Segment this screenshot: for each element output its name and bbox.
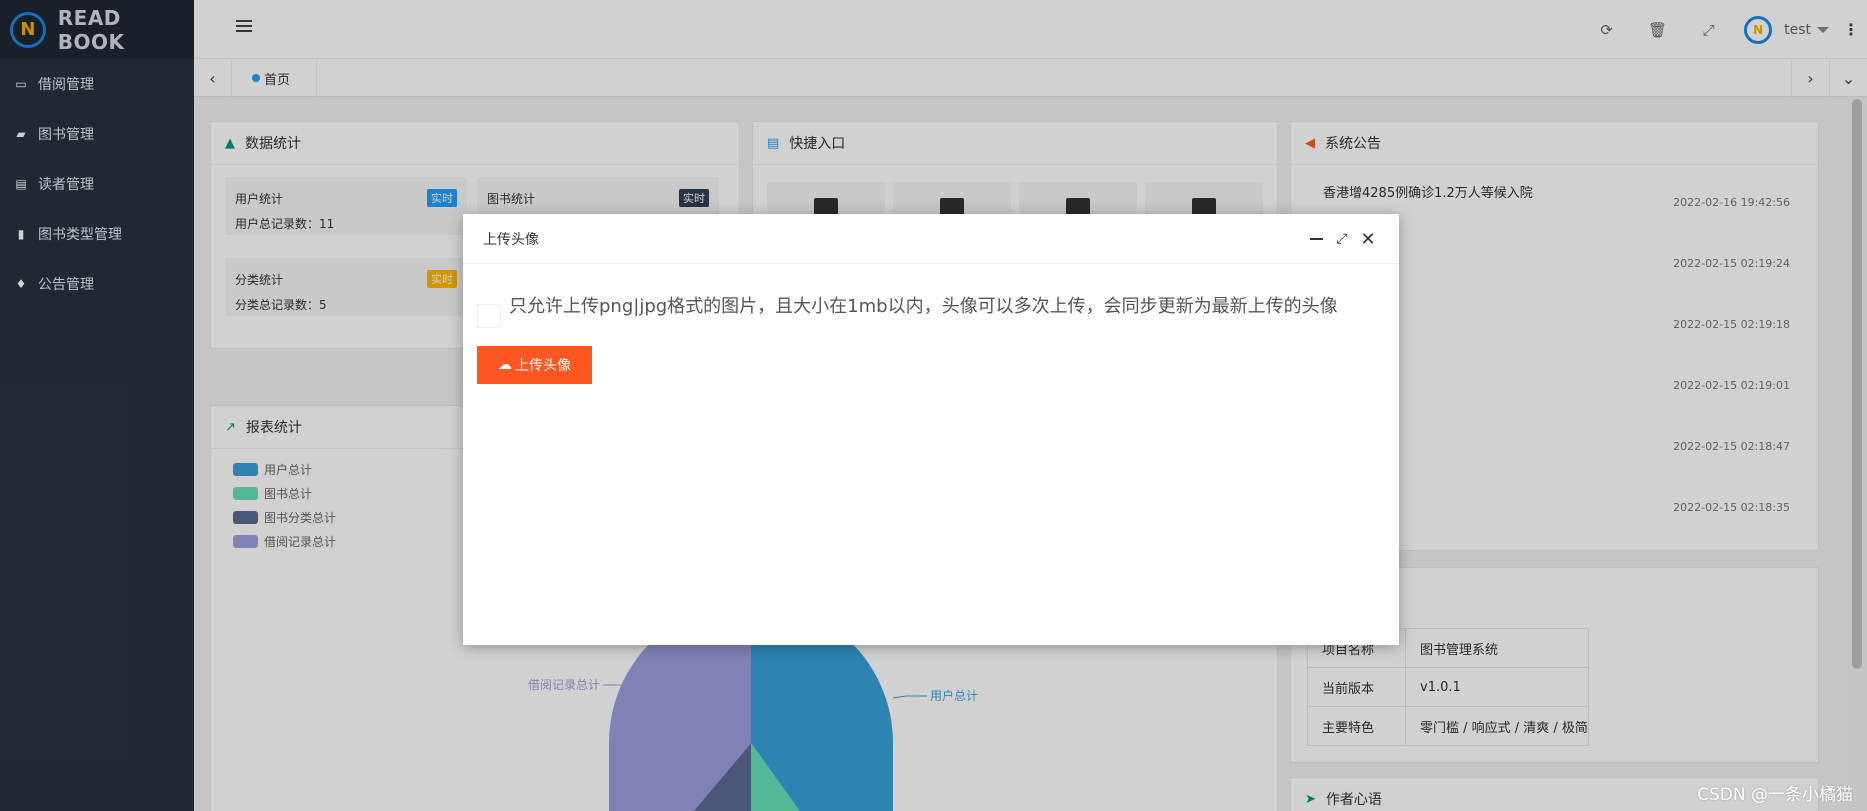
maximize-icon[interactable]: ⤢ — [1329, 228, 1355, 250]
image-placeholder — [477, 304, 501, 328]
dialog-title: 上传头像 — [483, 231, 539, 248]
hint-text: 只允许上传png|jpg格式的图片，且大小在1mb以内，头像可以多次上传，会同步… — [509, 296, 1338, 317]
minimize-icon[interactable] — [1303, 228, 1329, 250]
upload-avatar-button[interactable]: ☁ 上传头像 — [477, 346, 592, 384]
close-icon[interactable]: ✕ — [1355, 228, 1381, 250]
cloud-upload-icon: ☁ — [498, 357, 512, 373]
upload-hint: 只允许上传png|jpg格式的图片，且大小在1mb以内，头像可以多次上传，会同步… — [477, 294, 1385, 328]
watermark: CSDN @一条小橘猫 — [1697, 785, 1853, 805]
upload-avatar-dialog: 上传头像 ⤢ ✕ 只允许上传png|jpg格式的图片，且大小在1mb以内，头像可… — [463, 214, 1399, 645]
button-label: 上传头像 — [515, 358, 571, 374]
